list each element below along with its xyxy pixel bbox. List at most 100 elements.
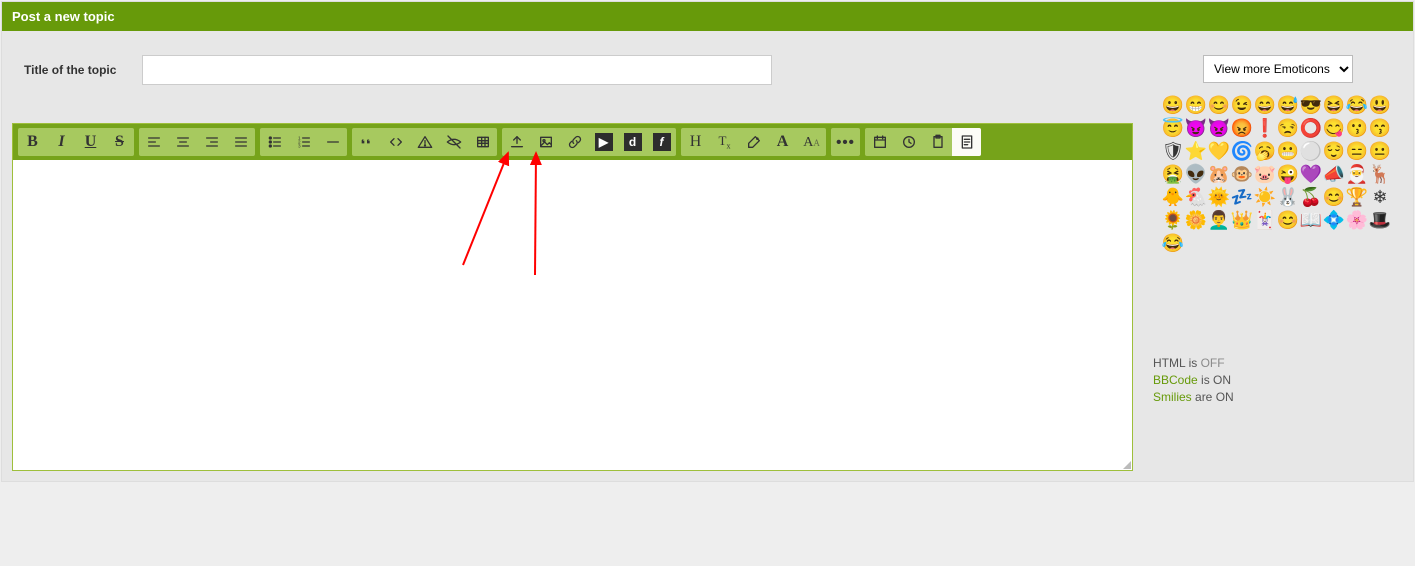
emoticon[interactable]: 🐰 <box>1278 187 1298 207</box>
emoticon[interactable]: 😬 <box>1278 141 1298 161</box>
source-button[interactable] <box>952 128 981 156</box>
spoiler-button[interactable] <box>410 128 439 156</box>
emoticon[interactable]: 😎 <box>1301 95 1321 115</box>
emoticon[interactable]: 🤮 <box>1163 164 1183 184</box>
emoticon[interactable]: 😋 <box>1324 118 1344 138</box>
youtube-button[interactable]: ▶ <box>589 128 618 156</box>
emoticon[interactable]: 🏆 <box>1347 187 1367 207</box>
emoticon[interactable]: 👑 <box>1232 210 1252 230</box>
emoticon[interactable]: 😃 <box>1370 95 1390 115</box>
editor-textarea[interactable] <box>13 160 1132 470</box>
emoticon[interactable]: 🦌 <box>1370 164 1390 184</box>
emoticon[interactable]: 😅 <box>1278 95 1298 115</box>
emoticons-grid: 😀😁😊😉😄😅😎😆😂😃😇😈👿😡❗😒⭕😋😗😙🛡⭐💛🌀🥱😬⚪😌😑😐🤮👽🐹🐵🐷😜💜📣🎅🦌… <box>1163 95 1393 253</box>
image-icon <box>538 134 554 150</box>
emoticon[interactable]: 🌻 <box>1163 210 1183 230</box>
code-button[interactable] <box>381 128 410 156</box>
quote-button[interactable] <box>352 128 381 156</box>
emoticon[interactable]: ⭐ <box>1186 141 1206 161</box>
emoticon[interactable]: 📖 <box>1301 210 1321 230</box>
emoticon[interactable]: 😌 <box>1324 141 1344 161</box>
hidden-button[interactable] <box>439 128 468 156</box>
emoticons-select[interactable]: View more Emoticons <box>1203 55 1353 83</box>
topic-title-input[interactable] <box>142 55 772 85</box>
emoticon[interactable]: ❗ <box>1255 118 1275 138</box>
emoticon[interactable]: ❄ <box>1370 187 1390 207</box>
emoticon[interactable]: ⭕ <box>1301 118 1321 138</box>
table-button[interactable] <box>468 128 497 156</box>
ul-button[interactable] <box>260 128 289 156</box>
emoticon[interactable]: 😒 <box>1278 118 1298 138</box>
status-link[interactable]: BBCode <box>1153 373 1201 387</box>
emoticon[interactable]: 🎅 <box>1347 164 1367 184</box>
emoticon[interactable]: 😜 <box>1278 164 1298 184</box>
emoticon[interactable]: 😄 <box>1255 95 1275 115</box>
flash-button[interactable]: f <box>647 128 676 156</box>
italic-button[interactable]: I <box>47 128 76 156</box>
emoticon[interactable]: 🛡 <box>1163 141 1183 161</box>
font-button[interactable]: A <box>768 128 797 156</box>
emoticon[interactable]: 😙 <box>1370 118 1390 138</box>
emoticon[interactable]: 🥱 <box>1255 141 1275 161</box>
link-button[interactable] <box>560 128 589 156</box>
emoticon[interactable]: 🃏 <box>1255 210 1275 230</box>
align-center-button[interactable] <box>168 128 197 156</box>
emoticon[interactable]: 🌀 <box>1232 141 1252 161</box>
font-size-button[interactable]: AA <box>797 128 826 156</box>
emoticon[interactable]: 😁 <box>1186 95 1206 115</box>
emoticon[interactable]: 💠 <box>1324 210 1344 230</box>
align-left-button[interactable] <box>139 128 168 156</box>
emoticon[interactable]: 😡 <box>1232 118 1252 138</box>
image-button[interactable] <box>531 128 560 156</box>
emoticon[interactable]: 😊 <box>1324 187 1344 207</box>
emoticon[interactable]: 😂 <box>1163 233 1183 253</box>
more-button[interactable]: ••• <box>831 128 860 156</box>
emoticon[interactable]: 💤 <box>1232 187 1252 207</box>
emoticon[interactable]: 😈 <box>1186 118 1206 138</box>
emoticon[interactable]: 😊 <box>1278 210 1298 230</box>
bold-button[interactable]: B <box>18 128 47 156</box>
ol-button[interactable]: 123 <box>289 128 318 156</box>
emoticon[interactable]: 🌸 <box>1347 210 1367 230</box>
emoticon[interactable]: 🐥 <box>1163 187 1183 207</box>
emoticon[interactable]: 🌞 <box>1209 187 1229 207</box>
emoticon[interactable]: 😗 <box>1347 118 1367 138</box>
hr-button[interactable] <box>318 128 347 156</box>
status-link[interactable]: Smilies <box>1153 390 1195 404</box>
emoticon[interactable]: 😊 <box>1209 95 1229 115</box>
underline-button[interactable]: U <box>76 128 105 156</box>
emoticon[interactable]: 😂 <box>1347 95 1367 115</box>
emoticon[interactable]: 🍒 <box>1301 187 1321 207</box>
emoticon[interactable]: 🐵 <box>1232 164 1252 184</box>
emoticon[interactable]: 😐 <box>1370 141 1390 161</box>
dailymotion-button[interactable]: d <box>618 128 647 156</box>
emoticon[interactable]: 😀 <box>1163 95 1183 115</box>
align-justify-button[interactable] <box>226 128 255 156</box>
emoticon[interactable]: 👽 <box>1186 164 1206 184</box>
emoticon[interactable]: 😇 <box>1163 118 1183 138</box>
upload-button[interactable] <box>502 128 531 156</box>
emoticon[interactable]: ⚪ <box>1301 141 1321 161</box>
emoticon[interactable]: 😉 <box>1232 95 1252 115</box>
emoticon[interactable]: 😆 <box>1324 95 1344 115</box>
color-picker-button[interactable] <box>739 128 768 156</box>
emoticon[interactable]: 💛 <box>1209 141 1229 161</box>
sup-sub-button[interactable]: Tx <box>710 128 739 156</box>
emoticon[interactable]: 🐷 <box>1255 164 1275 184</box>
paste-button[interactable] <box>923 128 952 156</box>
strike-button[interactable]: S <box>105 128 134 156</box>
emoticon[interactable]: ☀️ <box>1255 187 1275 207</box>
emoticon[interactable]: 💜 <box>1301 164 1321 184</box>
emoticon[interactable]: 😑 <box>1347 141 1367 161</box>
emoticon[interactable]: 🐹 <box>1209 164 1229 184</box>
emoticon[interactable]: 👨‍🦱 <box>1209 210 1229 230</box>
emoticon[interactable]: 👿 <box>1209 118 1229 138</box>
emoticon[interactable]: 🌼 <box>1186 210 1206 230</box>
heading-button[interactable]: H <box>681 128 710 156</box>
emoticon[interactable]: 🎩 <box>1370 210 1390 230</box>
emoticon[interactable]: 🐔 <box>1186 187 1206 207</box>
date-button[interactable] <box>865 128 894 156</box>
time-button[interactable] <box>894 128 923 156</box>
align-right-button[interactable] <box>197 128 226 156</box>
emoticon[interactable]: 📣 <box>1324 164 1344 184</box>
